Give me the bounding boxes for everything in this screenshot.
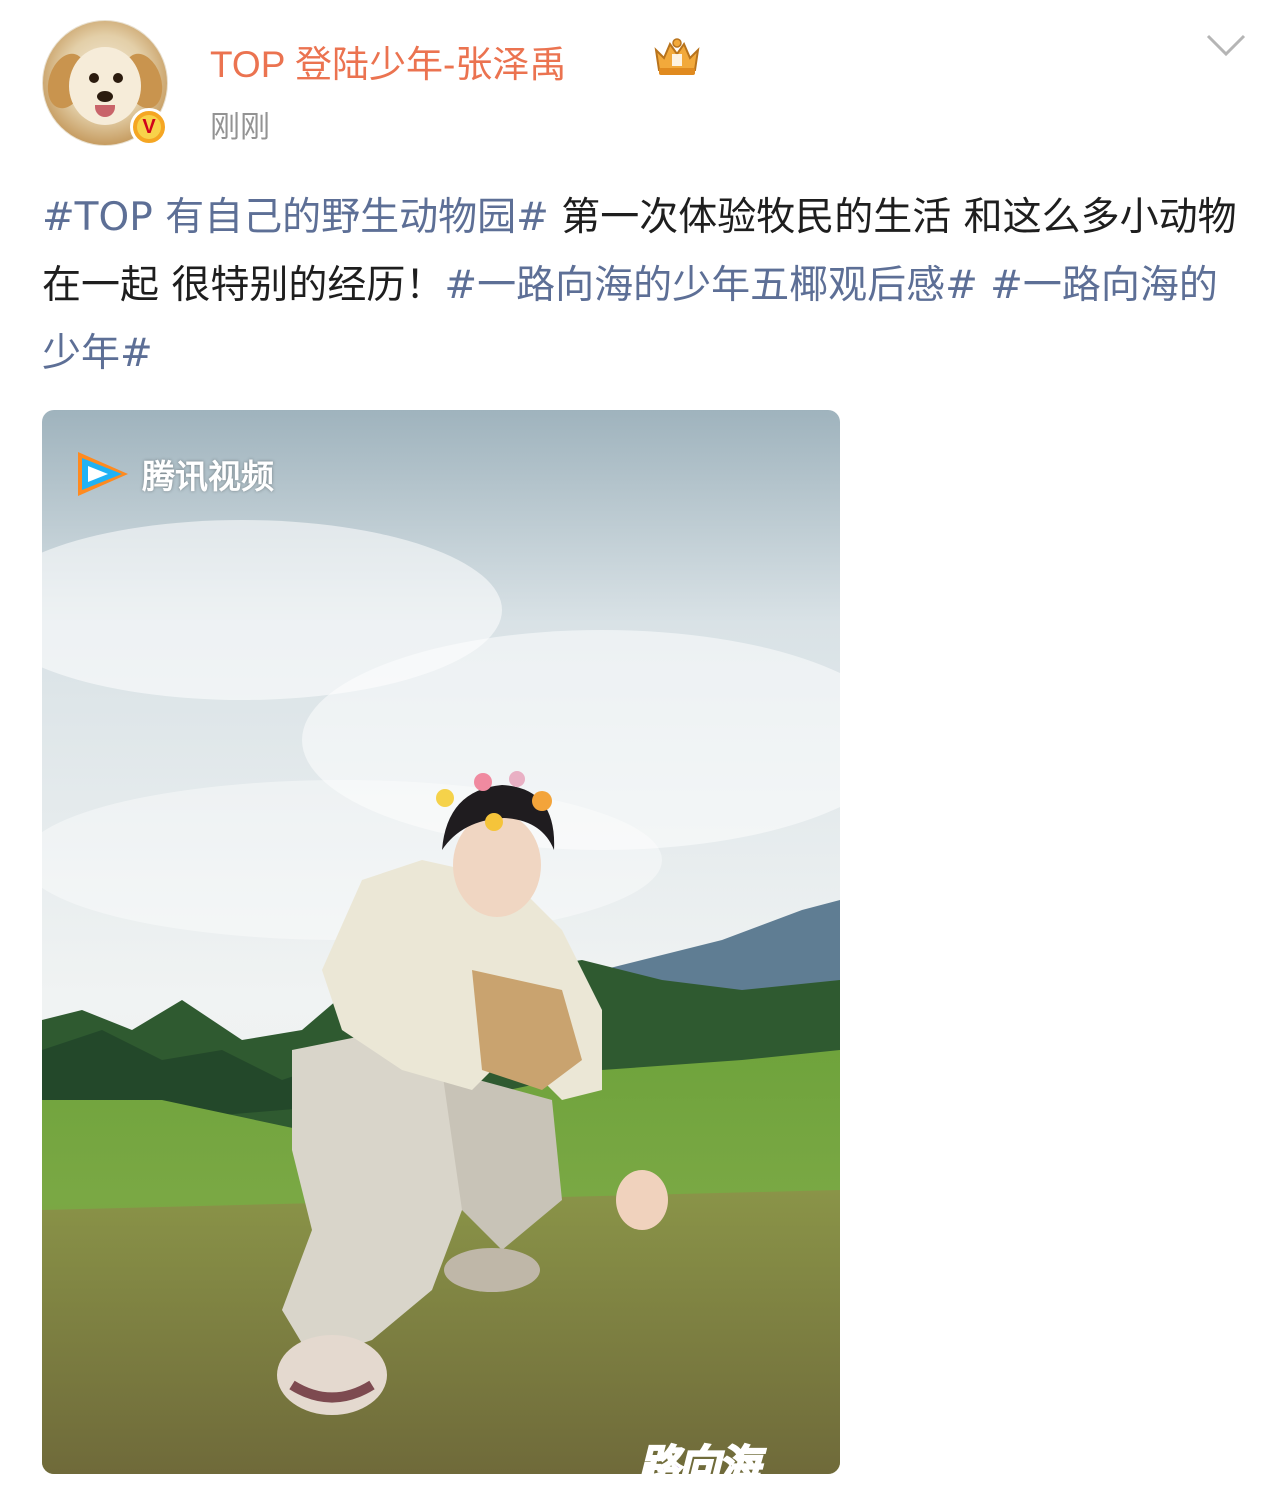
post-time: 刚刚 xyxy=(210,110,270,145)
chevron-down-icon[interactable] xyxy=(1204,30,1248,60)
hashtag-link[interactable]: #一路向海的少年五椰观后感# xyxy=(444,263,977,308)
watermark-text: 腾讯视频 xyxy=(142,457,274,496)
hashtag-link[interactable]: #TOP 有自己的野生动物园# xyxy=(42,195,549,240)
verified-badge-letter: V xyxy=(137,115,161,139)
username[interactable]: TOP 登陆少年-张泽禹 xyxy=(210,34,566,88)
verified-badge-icon: V xyxy=(130,108,168,146)
watermark: 腾讯视频 xyxy=(72,448,274,500)
post-text: #TOP 有自己的野生动物园# 第一次体验牧民的生活 和这么多小动物在一起 很特… xyxy=(42,184,1242,388)
post-image[interactable]: 腾讯视频 路向海 xyxy=(42,410,840,1474)
vip-crown-icon xyxy=(654,38,700,75)
tencent-video-logo-icon xyxy=(78,452,128,496)
photo-scene xyxy=(42,410,840,1474)
post-body-text xyxy=(978,263,990,308)
corner-title-text: 路向海 xyxy=(637,1440,761,1474)
